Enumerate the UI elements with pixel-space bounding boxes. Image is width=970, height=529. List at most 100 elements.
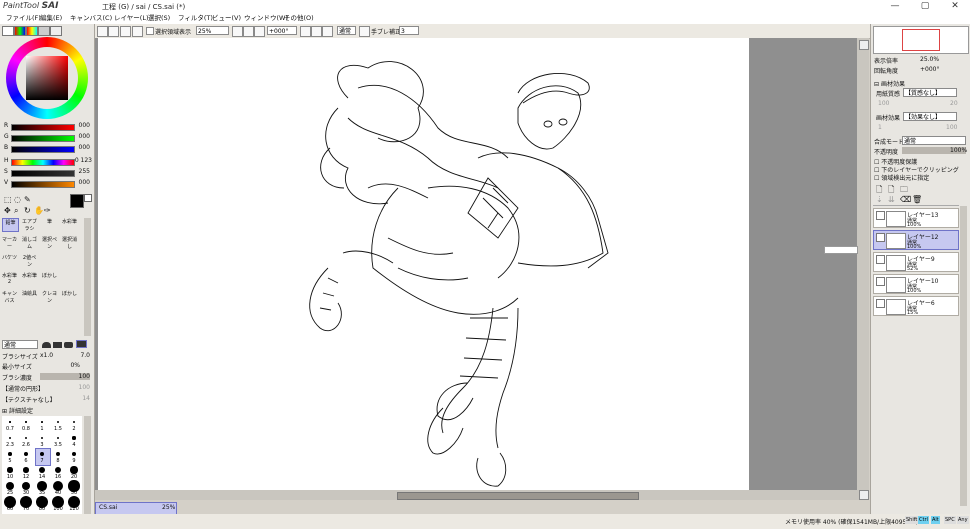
lasso-icon[interactable]: ◌ — [14, 195, 21, 204]
tool-select-pen[interactable]: 選択ペン — [42, 236, 57, 250]
tool-blur-2[interactable]: ぼかし — [62, 290, 77, 302]
min-size-value[interactable]: 0% — [60, 362, 80, 369]
brush-texture-label[interactable]: 【テクスチャなし】 — [2, 395, 56, 404]
stabilizer-select[interactable]: 3 — [399, 26, 419, 35]
brush-size-preset[interactable]: 3 — [34, 432, 50, 448]
select-rect-icon[interactable]: ⬚ — [4, 195, 12, 204]
brush-size-value[interactable]: 7.0 — [70, 352, 90, 359]
menu-other[interactable]: その他(O) — [284, 13, 314, 24]
menu-canvas[interactable]: キャンバス(C) — [70, 13, 112, 24]
zoom-out-button[interactable] — [232, 26, 243, 37]
s-slider[interactable] — [11, 170, 75, 177]
blend-mode-button[interactable] — [359, 26, 370, 37]
brush-size-grid[interactable]: 0.7 0.8 1 1.5 2 2.3 2.6 3 3.5 4 5 6 7 8 9 10 12 14 16 20 25 3… — [2, 416, 82, 514]
layer-row[interactable]: レイヤー12 通常 100% — [873, 230, 959, 250]
effect-intensity[interactable]: 100 — [946, 124, 957, 131]
brush-size-preset[interactable]: 10 — [2, 464, 18, 480]
tool-eraser[interactable]: 消しゴム — [22, 236, 37, 250]
zoom-select[interactable]: 25% — [196, 26, 229, 35]
blend-mode-select[interactable]: 通常 — [337, 26, 356, 35]
h-slider[interactable] — [11, 159, 75, 166]
scratchpad-tab-icon[interactable] — [50, 26, 62, 36]
navigator-viewport[interactable] — [902, 29, 940, 51]
brush-size-preset[interactable]: 14 — [34, 464, 50, 480]
menu-edit[interactable]: 編集(E) — [40, 13, 62, 24]
selection-display-checkbox[interactable] — [146, 27, 154, 35]
canvas-vscrollbar[interactable] — [857, 38, 869, 500]
layer-visibility-icon[interactable] — [876, 255, 885, 264]
effect-width[interactable]: 1 — [878, 124, 882, 131]
canvas-paper[interactable] — [98, 38, 749, 490]
magic-wand-icon[interactable]: ✎ — [24, 195, 31, 204]
maximize-button[interactable]: ▢ — [910, 0, 940, 13]
canvas-resize-handle[interactable] — [824, 246, 858, 254]
swatch-tab-icon[interactable] — [38, 26, 50, 36]
brush-size-preset[interactable]: 20 — [66, 464, 82, 480]
g-slider[interactable] — [11, 135, 75, 142]
hsv-slider-tab-icon[interactable] — [26, 26, 38, 36]
brush-size-preset[interactable]: 50 — [66, 480, 82, 496]
layer-row[interactable]: レイヤー10 通常 100% — [873, 274, 959, 294]
brush-size-preset[interactable]: 2.6 — [18, 432, 34, 448]
rotate-left-button[interactable] — [300, 26, 311, 37]
layer-visibility-icon[interactable] — [876, 299, 885, 308]
tool-bucket[interactable]: バケツ — [2, 254, 17, 266]
brush-shape-label[interactable]: 【通常の円形】 — [2, 384, 44, 393]
brush-size-preset[interactable]: 60 — [2, 496, 18, 512]
edge-soft-icon[interactable] — [42, 342, 51, 348]
saturation-value-square[interactable] — [26, 56, 68, 100]
vscroll-down-arrow[interactable] — [859, 490, 869, 500]
detail-settings-toggle[interactable]: ⊞ 詳細設定 — [2, 406, 33, 415]
move-icon[interactable]: ✥ — [4, 206, 11, 215]
nav-angle-value[interactable]: +000° — [920, 66, 939, 73]
swap-colors-icon[interactable] — [84, 194, 92, 202]
layer-visibility-icon[interactable] — [876, 277, 885, 286]
eyedropper-icon[interactable]: ✑ — [44, 206, 51, 215]
b-slider[interactable] — [11, 146, 75, 153]
brush-size-preset[interactable]: 25 — [2, 480, 18, 496]
tool-select-eraser[interactable]: 選択消し — [62, 236, 77, 250]
rgb-slider-tab-icon[interactable] — [14, 26, 26, 36]
layer-row[interactable]: レイヤー13 通常 100% — [873, 208, 959, 228]
vscroll-up-arrow[interactable] — [859, 40, 869, 50]
rotation-select[interactable]: +000° — [267, 26, 297, 35]
menu-view[interactable]: ビュー(V) — [212, 13, 241, 24]
brush-size-preset[interactable]: 9 — [66, 448, 82, 464]
brush-size-preset[interactable]: 6 — [18, 448, 34, 464]
rotate-right-button[interactable] — [311, 26, 322, 37]
undo-button[interactable] — [97, 26, 108, 37]
rotate-icon[interactable]: ↻ — [24, 206, 31, 215]
brush-size-preset[interactable]: 80 — [34, 496, 50, 512]
brush-size-preset[interactable]: 0.8 — [18, 416, 34, 432]
brush-size-preset[interactable]: 1.5 — [50, 416, 66, 432]
color-wheel-tab-icon[interactable] — [2, 26, 14, 36]
tool-scrollbar[interactable] — [84, 218, 91, 336]
tool-binary-pen[interactable]: 2値ペン — [22, 254, 37, 268]
foreground-color-swatch[interactable] — [70, 194, 84, 208]
brush-shape-value[interactable]: 100 — [70, 384, 90, 391]
hand-icon[interactable]: ✋ — [34, 206, 44, 215]
menu-select[interactable]: 選択(S) — [148, 13, 170, 24]
brush-size-preset[interactable]: 1 — [34, 416, 50, 432]
tool-brush[interactable]: 筆 — [42, 218, 57, 230]
edge-medium-icon[interactable] — [64, 342, 74, 348]
redo-button[interactable] — [108, 26, 119, 37]
flip-button[interactable] — [322, 26, 333, 37]
layer-blend-select[interactable]: 通常 — [902, 136, 966, 145]
menu-layer[interactable]: レイヤー(L) — [114, 13, 149, 24]
brush-size-preset[interactable]: 120 — [66, 496, 82, 512]
layer-visibility-icon[interactable] — [876, 211, 885, 220]
brush-size-preset[interactable]: 35 — [34, 480, 50, 496]
tool-crayon[interactable]: クレヨン — [42, 290, 57, 304]
tool-watercolor-b[interactable]: 水彩筆 — [22, 272, 37, 284]
tool-blur[interactable]: ぼかし — [42, 272, 57, 284]
edge-selected-icon[interactable] — [75, 340, 87, 348]
navigator-preview[interactable] — [873, 26, 969, 54]
zoom-in-button[interactable] — [243, 26, 254, 37]
paper-texture-select[interactable]: 【質感なし】 — [903, 88, 957, 97]
brush-size-preset[interactable]: 2.3 — [2, 432, 18, 448]
brush-size-multiplier[interactable]: x1.0 — [40, 352, 53, 359]
tool-oil[interactable]: 油絵具 — [22, 290, 37, 302]
minimize-button[interactable]: — — [880, 0, 910, 13]
brush-size-preset[interactable]: 16 — [50, 464, 66, 480]
